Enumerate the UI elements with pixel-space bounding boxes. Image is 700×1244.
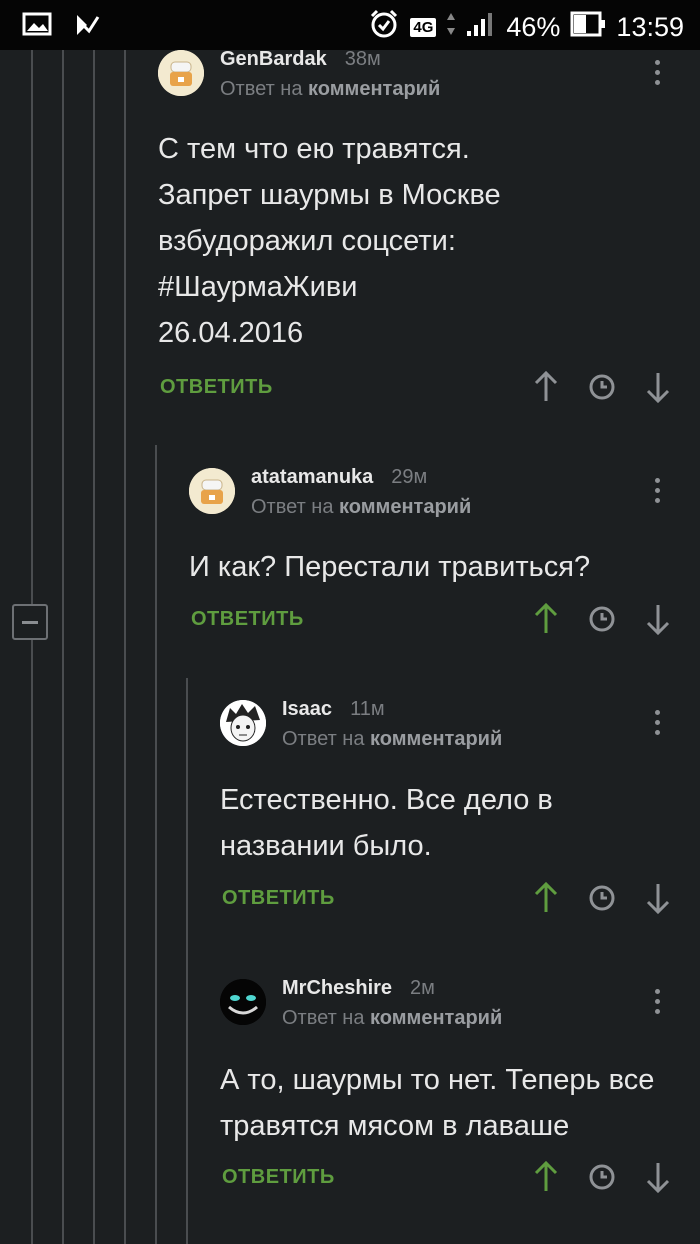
comment-actions bbox=[532, 370, 672, 409]
signal-strength-icon bbox=[466, 11, 496, 44]
comment-text: И как? Перестали травиться? bbox=[189, 551, 591, 583]
comment-username[interactable]: atatamanuka 29м bbox=[251, 466, 427, 489]
comment-time: 11м bbox=[350, 698, 385, 720]
clock: 13:59 bbox=[616, 12, 684, 42]
parent-comment-link[interactable]: комментарий bbox=[370, 728, 502, 750]
more-options-icon[interactable] bbox=[655, 989, 661, 1019]
avatar[interactable] bbox=[158, 50, 204, 96]
downvote-icon[interactable] bbox=[644, 881, 672, 920]
reply-to-line: Ответ на комментарий bbox=[282, 728, 503, 750]
reply-button[interactable]: ОТВЕТИТЬ bbox=[160, 376, 273, 399]
more-options-icon[interactable] bbox=[655, 478, 661, 508]
comment-time: 29м bbox=[391, 466, 428, 488]
comment-actions bbox=[532, 602, 672, 641]
battery-icon bbox=[570, 11, 606, 44]
thread-line bbox=[62, 50, 64, 1244]
avatar[interactable] bbox=[189, 468, 235, 514]
reply-button[interactable]: ОТВЕТИТЬ bbox=[191, 608, 304, 631]
thread-line bbox=[155, 445, 157, 1244]
comment-username[interactable]: Isaac 11м bbox=[282, 698, 385, 721]
alarm-icon bbox=[368, 8, 400, 47]
reply-button[interactable]: ОТВЕТИТЬ bbox=[222, 1166, 335, 1189]
upvote-icon[interactable] bbox=[532, 370, 560, 409]
task-done-notification-icon bbox=[74, 12, 100, 43]
comment-time: 38м bbox=[344, 48, 381, 70]
thread-line bbox=[186, 678, 188, 1244]
comment: MrCheshire 2м Ответ на комментарий А то, … bbox=[220, 977, 678, 1209]
history-clock-icon[interactable] bbox=[588, 884, 616, 917]
history-clock-icon[interactable] bbox=[588, 373, 616, 406]
thread-line bbox=[93, 50, 95, 1244]
thread-line bbox=[31, 50, 33, 604]
data-activity-icon bbox=[446, 11, 456, 44]
downvote-icon[interactable] bbox=[644, 602, 672, 641]
parent-comment-link[interactable]: комментарий bbox=[370, 1007, 502, 1029]
downvote-icon[interactable] bbox=[644, 370, 672, 409]
comment: GenBardak 38м Ответ на комментарий С тем … bbox=[158, 48, 678, 420]
history-clock-icon[interactable] bbox=[588, 605, 616, 638]
reply-to-line: Ответ на комментарий bbox=[282, 1007, 503, 1029]
history-clock-icon[interactable] bbox=[588, 1163, 616, 1196]
thread-line bbox=[31, 640, 33, 1244]
comment-time: 2м bbox=[410, 977, 435, 999]
thread-line bbox=[124, 50, 126, 1244]
parent-comment-link[interactable]: комментарий bbox=[308, 78, 440, 100]
network-type-badge: 4G bbox=[410, 18, 437, 37]
upvote-icon[interactable] bbox=[532, 1160, 560, 1199]
downvote-icon[interactable] bbox=[644, 1160, 672, 1199]
more-options-icon[interactable] bbox=[655, 710, 661, 740]
reply-button[interactable]: ОТВЕТИТЬ bbox=[222, 887, 335, 910]
gallery-notification-icon bbox=[22, 12, 52, 43]
avatar[interactable] bbox=[220, 979, 266, 1025]
upvote-icon[interactable] bbox=[532, 881, 560, 920]
reply-to-line: Ответ на комментарий bbox=[220, 78, 441, 100]
parent-comment-link[interactable]: комментарий bbox=[339, 496, 471, 518]
upvote-icon[interactable] bbox=[532, 602, 560, 641]
status-bar: 4G 46% 13:59 bbox=[0, 0, 700, 50]
comment-text: Естественно. Все дело в названии было. bbox=[220, 784, 553, 862]
reply-to-line: Ответ на комментарий bbox=[251, 496, 472, 518]
comment-text: С тем что ею травятся. Запрет шаурмы в М… bbox=[158, 133, 501, 349]
collapse-thread-button[interactable] bbox=[12, 604, 48, 640]
comment-actions bbox=[532, 881, 672, 920]
comment: Isaac 11м Ответ на комментарий Естественн… bbox=[220, 698, 678, 930]
comment: atatamanuka 29м Ответ на комментарий И ка… bbox=[189, 466, 679, 648]
avatar[interactable] bbox=[220, 700, 266, 746]
comment-actions bbox=[532, 1160, 672, 1199]
comment-username[interactable]: MrCheshire 2м bbox=[282, 977, 435, 1000]
comment-username[interactable]: GenBardak 38м bbox=[220, 48, 381, 71]
comment-text: А то, шаурмы то нет. Теперь все травятся… bbox=[220, 1064, 655, 1142]
battery-percent: 46% bbox=[506, 12, 561, 42]
more-options-icon[interactable] bbox=[655, 60, 661, 90]
